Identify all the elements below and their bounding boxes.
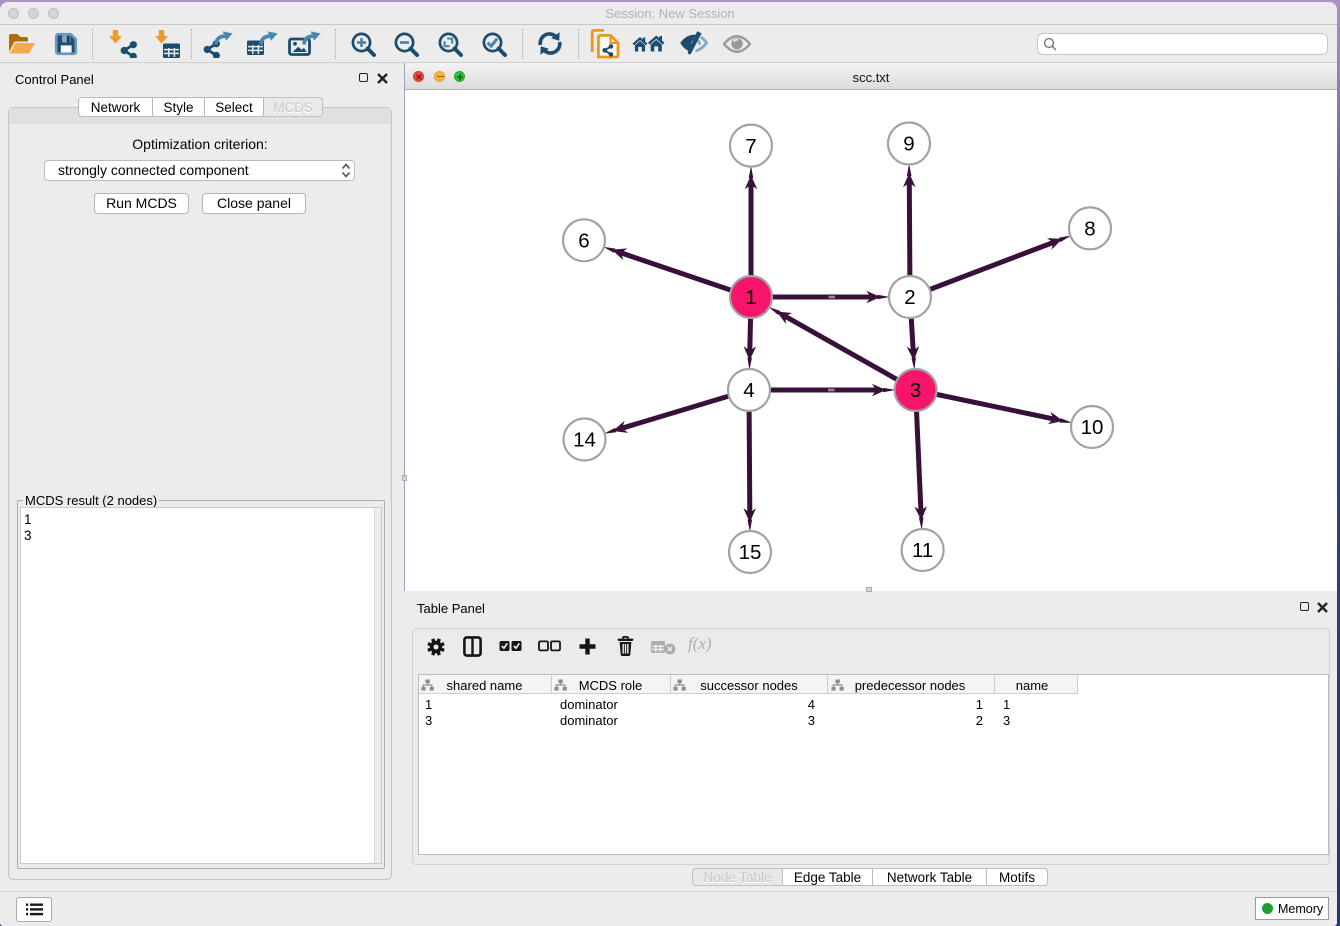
svg-text:7: 7 <box>745 135 756 158</box>
svg-text:15: 15 <box>739 541 762 564</box>
svg-text:8: 8 <box>1084 218 1095 241</box>
svg-text:6: 6 <box>578 230 589 253</box>
svg-text:4: 4 <box>743 379 754 402</box>
svg-text:2: 2 <box>904 286 915 309</box>
svg-text:3: 3 <box>910 379 921 402</box>
svg-text:1: 1 <box>745 286 756 309</box>
svg-text:9: 9 <box>903 133 914 156</box>
svg-text:10: 10 <box>1081 416 1104 439</box>
svg-text:11: 11 <box>912 539 933 562</box>
svg-text:14: 14 <box>573 429 596 452</box>
